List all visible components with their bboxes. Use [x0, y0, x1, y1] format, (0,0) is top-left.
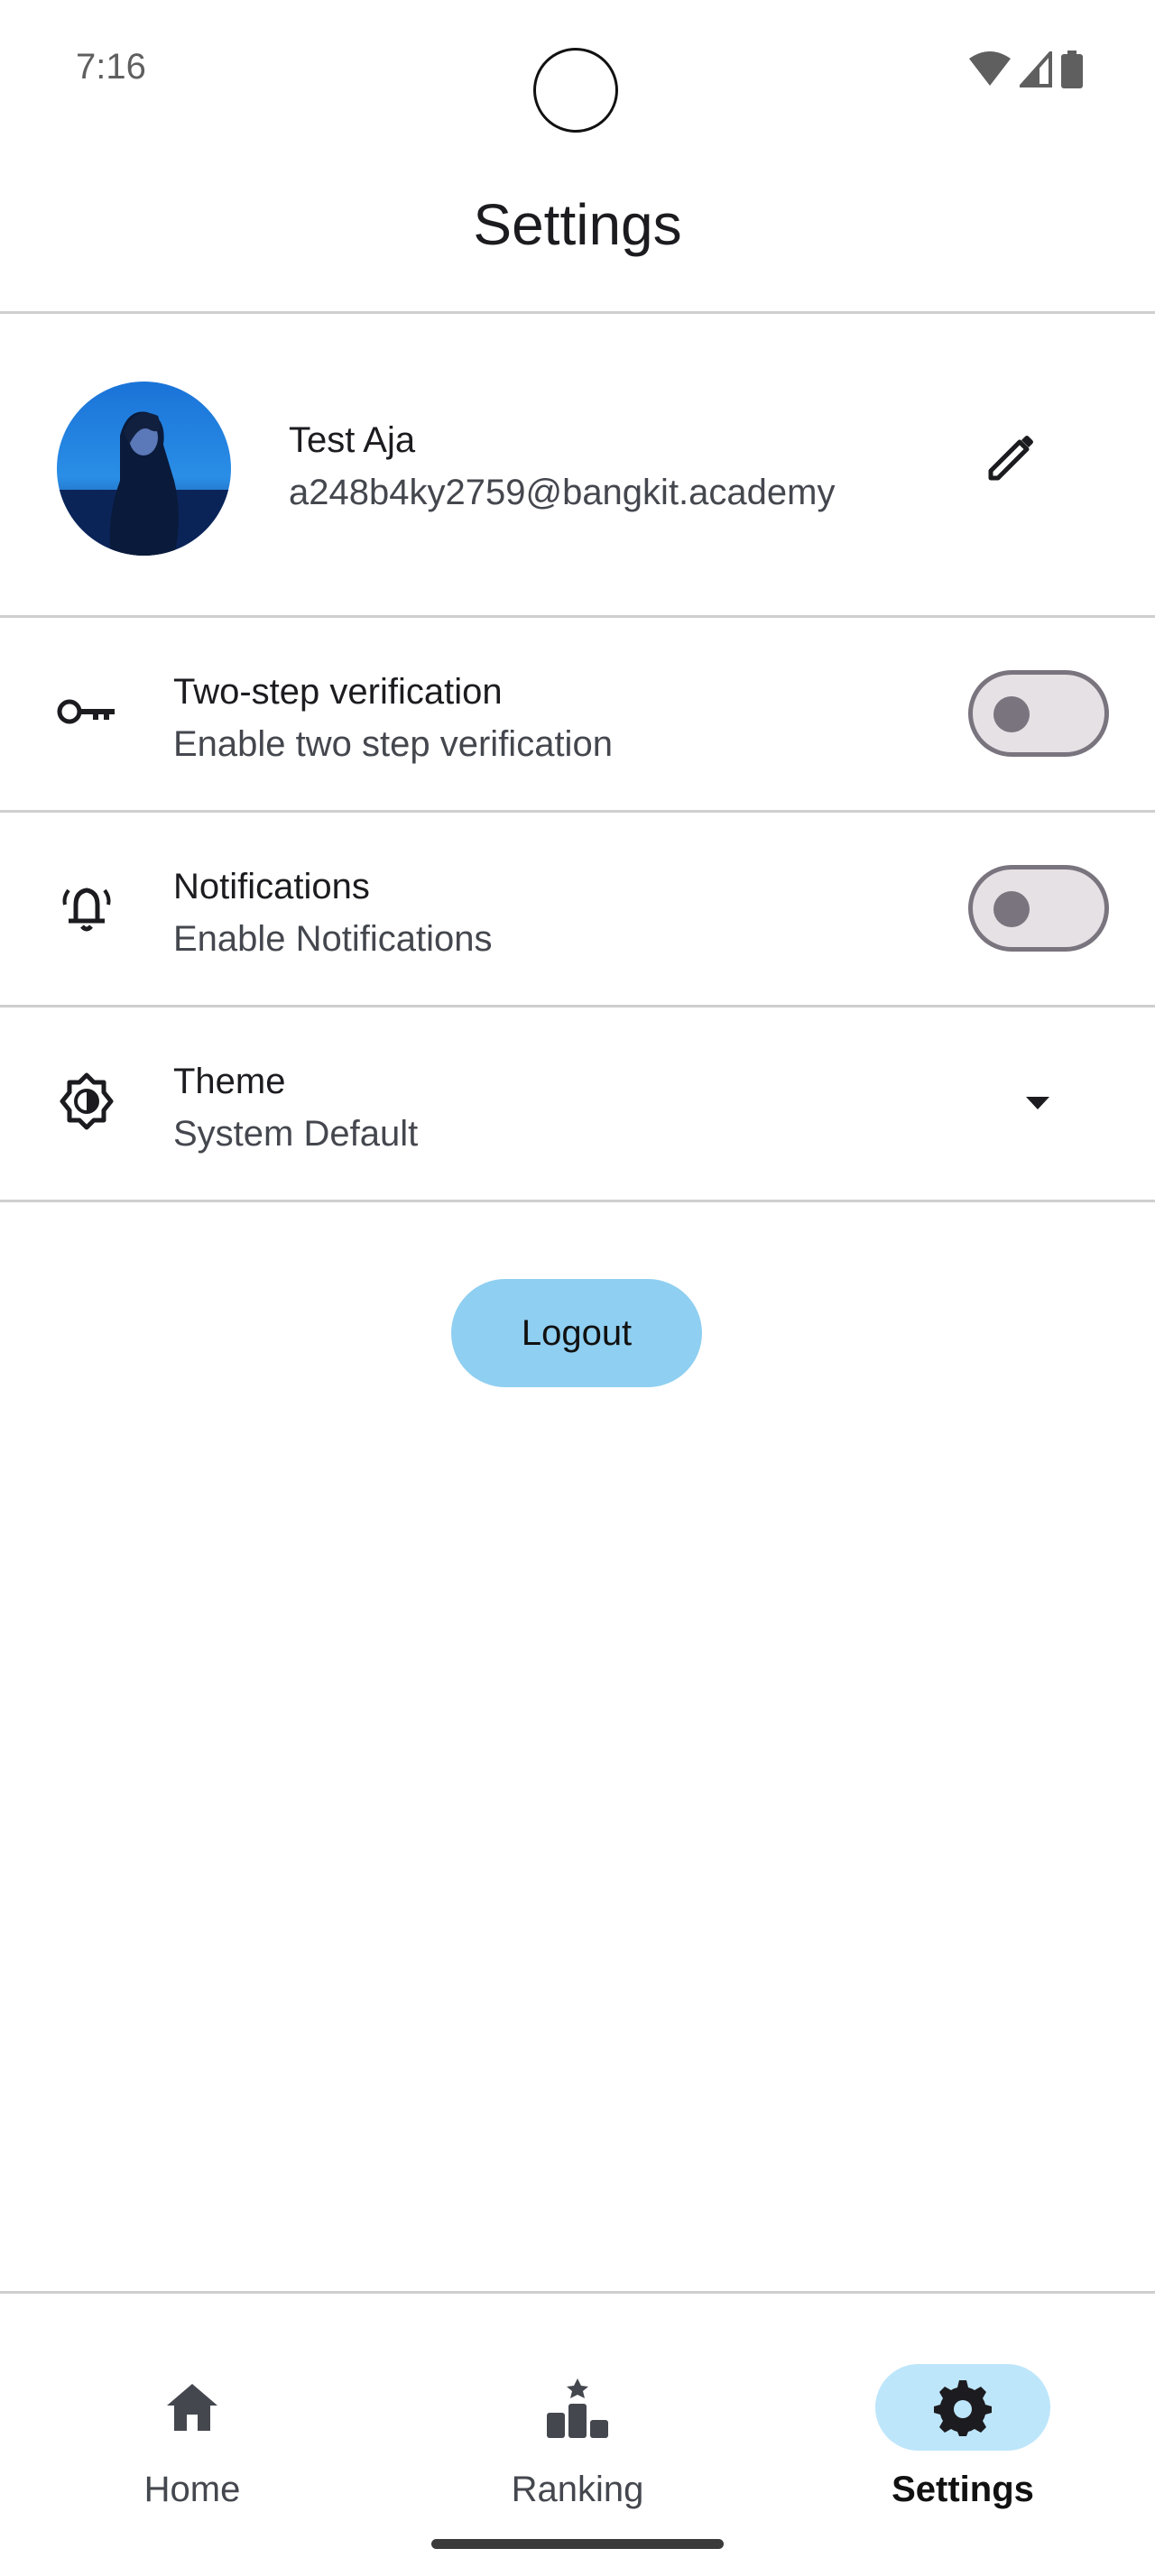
home-icon	[167, 2384, 217, 2431]
key-icon	[51, 676, 123, 748]
top-app-bar: Settings	[0, 144, 1155, 314]
two-step-verification-row: Two-step verification Enable two step ve…	[0, 618, 1155, 813]
two-step-title: Two-step verification	[173, 672, 503, 712]
status-icons	[969, 51, 1083, 88]
theme-value: System Default	[173, 1114, 419, 1154]
avatar	[57, 382, 231, 556]
gear-icon	[934, 2380, 992, 2436]
bottom-navigation: Home Ranking Settings	[0, 2291, 1155, 2576]
nav-label-ranking: Ranking	[511, 2470, 644, 2509]
nav-pill	[105, 2364, 280, 2451]
brightness-icon	[51, 1065, 123, 1137]
two-step-subtitle: Enable two step verification	[173, 724, 613, 764]
notifications-row: Notifications Enable Notifications	[0, 813, 1155, 1007]
nav-pill	[490, 2364, 665, 2451]
theme-row[interactable]: Theme System Default	[0, 1007, 1155, 1202]
bell-ringing-icon	[51, 870, 123, 943]
nav-pill-active	[875, 2364, 1050, 2451]
status-time: 7:16	[76, 47, 146, 87]
two-step-toggle[interactable]	[968, 670, 1109, 757]
notifications-title: Notifications	[173, 867, 370, 906]
theme-title: Theme	[173, 1062, 286, 1101]
notifications-subtitle: Enable Notifications	[173, 919, 493, 959]
camera-cutout	[533, 48, 618, 133]
nav-label-home: Home	[143, 2470, 241, 2509]
notifications-toggle[interactable]	[968, 865, 1109, 952]
profile-name: Test Aja	[289, 420, 416, 460]
edit-profile-button[interactable]	[975, 422, 1047, 494]
status-bar: 7:16	[0, 0, 1155, 144]
profile-card: Test Aja a248b4ky2759@bangkit.academy	[0, 314, 1155, 618]
home-indicator[interactable]	[431, 2539, 724, 2549]
logout-button[interactable]: Logout	[451, 1279, 702, 1387]
battery-icon	[1061, 51, 1083, 88]
ranking-icon	[547, 2378, 608, 2438]
nav-item-ranking[interactable]: Ranking	[442, 2330, 713, 2510]
pencil-icon	[988, 436, 1033, 481]
wifi-icon	[969, 51, 1011, 86]
toggle-thumb	[993, 891, 1030, 927]
nav-item-home[interactable]: Home	[57, 2330, 328, 2510]
profile-email: a248b4ky2759@bangkit.academy	[289, 473, 836, 512]
page-title: Settings	[473, 192, 682, 257]
nav-label-settings: Settings	[892, 2470, 1034, 2509]
toggle-thumb	[993, 696, 1030, 732]
signal-icon	[1020, 51, 1052, 87]
nav-item-settings[interactable]: Settings	[827, 2330, 1098, 2510]
dropdown-arrow-icon[interactable]	[1020, 1085, 1056, 1121]
